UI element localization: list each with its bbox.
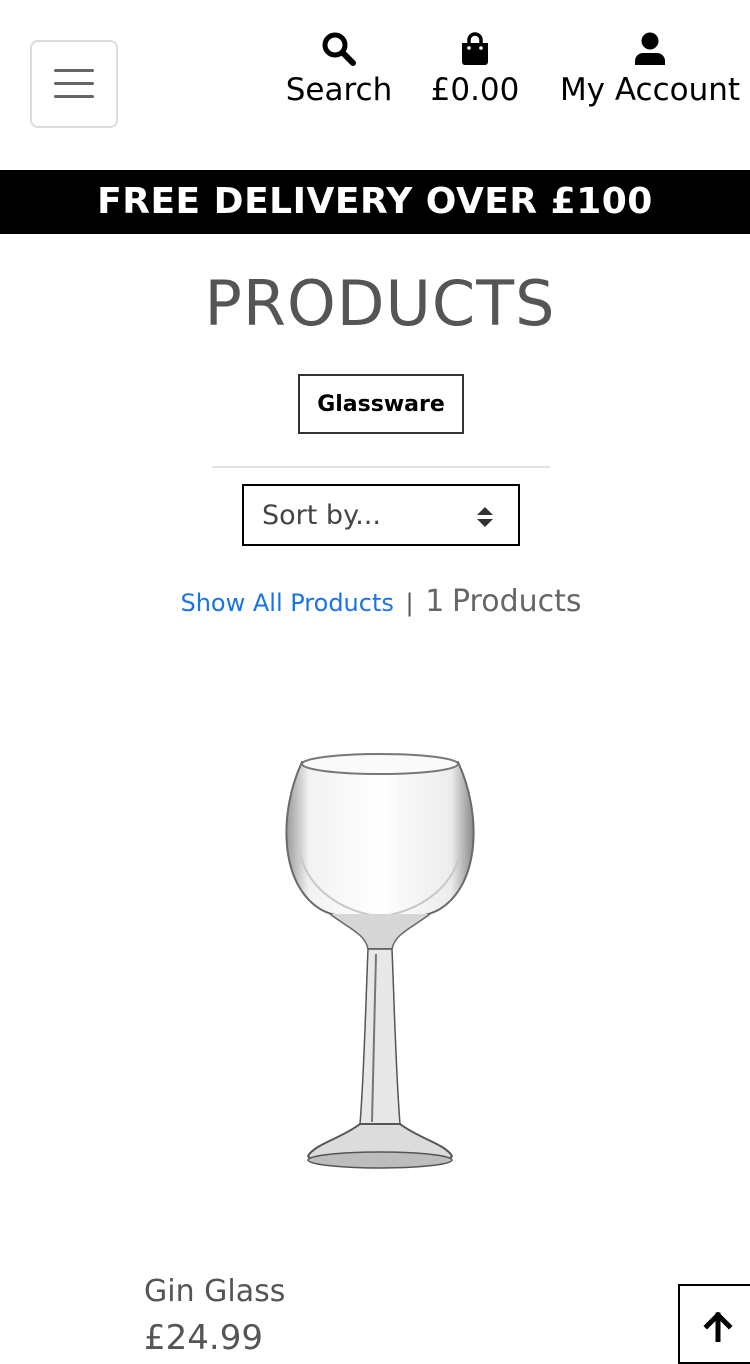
shopping-bag-link[interactable]: £0.00 [428,26,522,108]
gin-glass-image[interactable] [270,744,490,1184]
sort-selected-value: Sort by... [262,499,381,531]
hamburger-icon [54,69,94,99]
product-name[interactable]: Gin Glass [144,1272,285,1312]
show-all-products-link[interactable]: Show All Products [180,589,393,617]
sort-arrows-icon [477,507,493,527]
bag-total: £0.00 [430,72,520,108]
back-to-top-button[interactable] [678,1284,750,1364]
page-title: PRODUCTS [204,267,556,340]
search-label: Search [285,72,393,108]
results-separator: | [405,589,414,617]
shopping-bag-icon [462,32,488,65]
user-icon [635,32,665,65]
search-link[interactable]: Search [280,26,398,108]
sort-select[interactable]: Sort by... [242,484,520,546]
site-header: Search £0.00 My Account [0,0,750,170]
my-account-label: My Account [559,72,741,108]
results-summary: Show All Products | 1 Products [0,580,750,625]
arrow-up-icon [703,1312,733,1342]
search-icon [322,32,356,66]
divider [212,466,550,468]
my-account-link[interactable]: My Account [552,26,748,108]
category-badge[interactable]: Glassware [298,374,464,434]
product-price: £24.99 [144,1318,263,1358]
product-count-label: Products [451,584,582,619]
free-delivery-banner: FREE DELIVERY OVER £100 [0,170,750,234]
product-count: 1 [425,584,445,619]
menu-toggle-button[interactable] [30,40,118,128]
